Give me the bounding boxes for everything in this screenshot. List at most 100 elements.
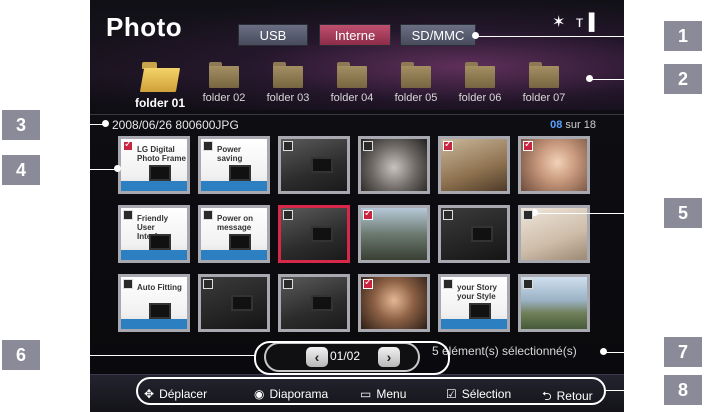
photo-frame-shape	[231, 295, 253, 311]
leader-dot-1	[472, 32, 479, 39]
photo-thumbnail[interactable]: Friendly User Interface	[118, 205, 190, 263]
folder-label: folder 05	[394, 92, 438, 104]
checkbox-unchecked[interactable]	[283, 210, 293, 220]
folder-item[interactable]: folder 05	[382, 62, 450, 104]
photo-frame-shape	[311, 157, 333, 173]
thumbnail-caption: Auto Fitting	[137, 283, 182, 292]
folder-label: folder 01	[134, 96, 185, 110]
photo-thumbnail[interactable]	[198, 274, 270, 332]
checkbox-unchecked[interactable]	[203, 279, 213, 289]
checkbox-unchecked[interactable]	[523, 210, 533, 220]
folder-icon	[465, 62, 495, 88]
photo-thumbnail[interactable]: Auto Fitting	[118, 274, 190, 332]
photo-frame-shape	[469, 303, 491, 319]
leader-6	[40, 355, 256, 356]
callout-ring-hints	[136, 377, 606, 405]
folder-label: folder 04	[330, 92, 374, 104]
checkbox-unchecked[interactable]	[123, 279, 133, 289]
total-label: sur 18	[565, 119, 596, 131]
checkbox-checked[interactable]	[523, 139, 533, 151]
tab-sd-mmc[interactable]: SD/MMC	[400, 24, 476, 46]
photo-thumbnail[interactable]: your Story your Style	[438, 274, 510, 332]
photo-frame-shape	[229, 234, 251, 250]
info-bar: 2008/06/26 800600JPG 08 sur 18	[90, 114, 624, 132]
folder-item[interactable]: folder 06	[446, 62, 514, 104]
folder-label: folder 03	[266, 92, 310, 104]
photo-thumbnail[interactable]	[438, 136, 510, 194]
leader-3	[40, 124, 106, 125]
tab-usb[interactable]: USB	[238, 24, 308, 46]
checkbox-unchecked[interactable]	[123, 210, 133, 220]
leader-7	[604, 352, 664, 353]
bluetooth-icon: ✶	[552, 14, 566, 31]
folder-icon	[401, 62, 431, 88]
photo-thumbnail[interactable]	[278, 136, 350, 194]
callout-2: 2	[664, 64, 702, 94]
photo-frame-shape	[229, 165, 251, 181]
thumbnail-strip	[441, 319, 507, 329]
checkbox-unchecked[interactable]	[363, 141, 373, 151]
photo-frame-shape	[149, 165, 171, 181]
thumbnail-caption: your Story your Style	[457, 283, 498, 301]
leader-2	[590, 79, 664, 80]
thumbnail-strip	[121, 250, 187, 260]
checkbox-unchecked[interactable]	[283, 279, 293, 289]
callout-7: 7	[664, 337, 702, 367]
tab-interne[interactable]: Interne	[319, 24, 391, 46]
current-index: 08	[550, 119, 563, 131]
leader-5	[534, 213, 664, 214]
folder-label: folder 02	[202, 92, 246, 104]
thumbnail-caption: LG Digital Photo Frame	[137, 145, 186, 163]
thumbnail-strip	[201, 181, 267, 191]
photo-thumbnail[interactable]	[358, 205, 430, 263]
folder-label: folder 07	[522, 92, 566, 104]
thumbnail-strip	[121, 319, 187, 329]
photo-thumbnail[interactable]	[518, 274, 590, 332]
photo-thumbnail[interactable]	[358, 136, 430, 194]
photo-thumbnail[interactable]	[278, 205, 350, 263]
photo-thumbnail[interactable]: Power saving	[198, 136, 270, 194]
callout-8: 8	[664, 375, 702, 405]
open-folder-icon	[142, 62, 178, 92]
checkbox-unchecked[interactable]	[443, 210, 453, 220]
callout-4: 4	[2, 155, 40, 185]
photo-thumbnail[interactable]	[518, 136, 590, 194]
checkbox-unchecked[interactable]	[203, 141, 213, 151]
folder-icon	[209, 62, 239, 88]
thumbnail-strip	[121, 181, 187, 191]
checkbox-unchecked[interactable]	[523, 279, 533, 289]
callout-ring-pager	[254, 341, 450, 375]
leader-dot-3	[102, 120, 109, 127]
photo-thumbnail[interactable]	[438, 205, 510, 263]
photo-frame-shape	[471, 226, 493, 242]
leader-1	[474, 36, 664, 37]
photo-thumbnail[interactable]	[278, 274, 350, 332]
checkbox-unchecked[interactable]	[203, 210, 213, 220]
checkbox-checked[interactable]	[443, 139, 453, 151]
folder-item[interactable]: folder 02	[190, 62, 258, 104]
leader-dot-2	[586, 75, 593, 82]
thumbnail-strip	[201, 250, 267, 260]
thumbnail-caption: Power on message	[217, 214, 254, 232]
folder-item[interactable]: folder 07	[510, 62, 578, 104]
file-name: 2008/06/26 800600JPG	[112, 118, 239, 132]
checkbox-unchecked[interactable]	[283, 141, 293, 151]
checkbox-checked[interactable]	[363, 277, 373, 289]
callout-6: 6	[2, 340, 40, 370]
checkbox-unchecked[interactable]	[443, 279, 453, 289]
selection-count: 5 élément(s) sélectionné(s)	[432, 344, 577, 358]
photo-frame-shape	[149, 234, 171, 250]
thumbnail-caption: Power saving	[217, 145, 243, 163]
photo-thumbnail[interactable]: LG Digital Photo Frame	[118, 136, 190, 194]
leader-dot-7	[600, 348, 607, 355]
folder-item[interactable]: folder 03	[254, 62, 322, 104]
leader-dot-4	[114, 165, 121, 172]
photo-thumbnail[interactable]	[358, 274, 430, 332]
item-counter: 08 sur 18	[550, 119, 596, 131]
folder-item[interactable]: folder 01	[126, 62, 194, 110]
folder-item[interactable]: folder 04	[318, 62, 386, 104]
photo-thumbnail[interactable]: Power on message	[198, 205, 270, 263]
checkbox-checked[interactable]	[123, 139, 133, 151]
folder-icon	[529, 62, 559, 88]
checkbox-checked[interactable]	[363, 208, 373, 220]
